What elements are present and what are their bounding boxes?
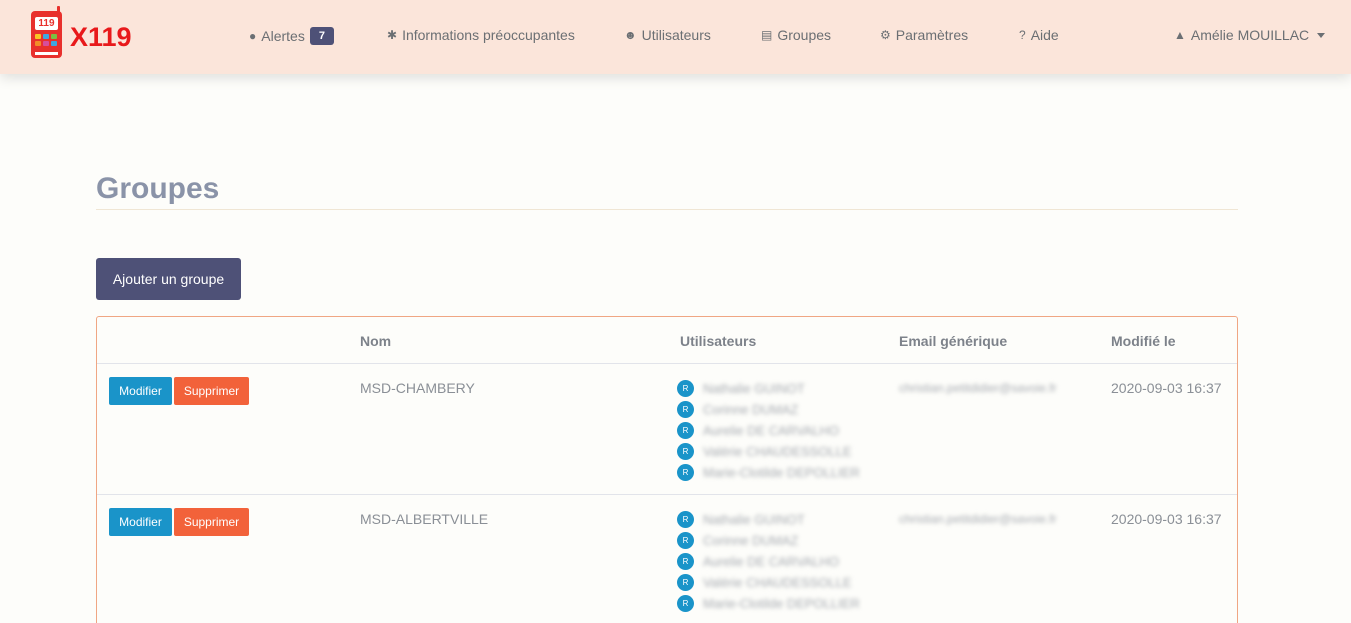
role-badge: R — [677, 595, 694, 612]
nav-alertes[interactable]: ● Alertes 7 — [249, 27, 334, 45]
user-list-item[interactable]: R Aurelie DE CARVALHO — [677, 551, 860, 572]
delete-button[interactable]: Supprimer — [174, 377, 249, 405]
user-list-item[interactable]: R Aurelie DE CARVALHO — [677, 420, 860, 441]
role-badge: R — [677, 380, 694, 397]
group-email: christian.petitdidier@savoie.fr — [899, 512, 1057, 526]
role-badge: R — [677, 422, 694, 439]
user-list: R Nathalie GUINOT R Corinne DUMAZ R Aurelie… — [677, 509, 860, 614]
nav-parametres-label: Paramètres — [895, 27, 969, 43]
nav-informations-label: Informations préoccupantes — [402, 27, 575, 43]
map-icon: ▤ — [761, 28, 773, 42]
edit-button[interactable]: Modifier — [109, 508, 172, 536]
edit-button[interactable]: Modifier — [109, 377, 172, 405]
modified-date: 2020-09-03 16:37 — [1111, 380, 1222, 396]
user-list-name: Aurelie DE CARVALHO — [703, 423, 840, 438]
user-list-item[interactable]: R Marie-Clotilde DEPOLLIER — [677, 593, 860, 614]
user-list-name: Corinne DUMAZ — [703, 402, 799, 417]
nav-groupes-label: Groupes — [777, 27, 832, 43]
nav-utilisateurs[interactable]: ☻ Utilisateurs — [624, 27, 711, 43]
nav-aide[interactable]: ? Aide — [1019, 27, 1059, 43]
add-group-button[interactable]: Ajouter un groupe — [96, 258, 241, 300]
page-title: Groupes — [96, 172, 220, 205]
group-name: MSD-CHAMBERY — [360, 380, 475, 396]
role-badge: R — [677, 553, 694, 570]
user-list-item[interactable]: R Valérie CHAUDESSOLLE — [677, 441, 860, 462]
nav-aide-label: Aide — [1030, 27, 1059, 43]
exclamation-circle-icon: ● — [249, 29, 257, 43]
question-circle-icon: ? — [1019, 28, 1026, 42]
user-list-name: Marie-Clotilde DEPOLLIER — [703, 465, 860, 480]
phone-logo-icon: 119 — [31, 6, 62, 58]
cogs-icon: ⚙ — [880, 28, 891, 42]
user-list-item[interactable]: R Corinne DUMAZ — [677, 530, 860, 551]
user-list-item[interactable]: R Nathalie GUINOT — [677, 509, 860, 530]
user-list-item[interactable]: R Corinne DUMAZ — [677, 399, 860, 420]
asterisk-icon: ✱ — [387, 28, 398, 42]
user-list-item[interactable]: R Nathalie GUINOT — [677, 378, 860, 399]
user-name: Amélie MOUILLAC — [1190, 27, 1310, 43]
brand-logo[interactable]: 119 X119 — [31, 6, 132, 58]
user-list-item[interactable]: R Valérie CHAUDESSOLLE — [677, 572, 860, 593]
role-badge: R — [677, 574, 694, 591]
nav-alertes-label: Alertes — [261, 28, 305, 44]
user-list-name: Marie-Clotilde DEPOLLIER — [703, 596, 860, 611]
delete-button[interactable]: Supprimer — [174, 508, 249, 536]
user-list-item[interactable]: R Marie-Clotilde DEPOLLIER — [677, 462, 860, 483]
header-email: Email générique — [899, 333, 1008, 349]
group-name: MSD-ALBERTVILLE — [360, 511, 489, 527]
role-badge: R — [677, 443, 694, 460]
table-header: Nom Utilisateurs Email générique Modifié… — [97, 317, 1237, 364]
nav-utilisateurs-label: Utilisateurs — [641, 27, 711, 43]
chevron-down-icon — [1317, 32, 1326, 38]
user-icon: ▲ — [1174, 28, 1186, 42]
nav-informations-preoccupantes[interactable]: ✱ Informations préoccupantes — [387, 27, 575, 43]
header-modifie: Modifié le — [1111, 333, 1176, 349]
top-navbar: 119 X119 ● Alertes 7 ✱ Informations préo… — [0, 0, 1351, 74]
user-list-name: Nathalie GUINOT — [703, 381, 805, 396]
user-list-name: Valérie CHAUDESSOLLE — [703, 444, 852, 459]
role-badge: R — [677, 532, 694, 549]
title-divider — [96, 209, 1238, 210]
user-list-name: Valérie CHAUDESSOLLE — [703, 575, 852, 590]
role-badge: R — [677, 464, 694, 481]
role-badge: R — [677, 511, 694, 528]
alert-count-badge: 7 — [309, 27, 334, 45]
header-utilisateurs: Utilisateurs — [680, 333, 757, 349]
user-list: R Nathalie GUINOT R Corinne DUMAZ R Aurelie… — [677, 378, 860, 483]
users-icon: ☻ — [624, 28, 637, 42]
role-badge: R — [677, 401, 694, 418]
nav-groupes[interactable]: ▤ Groupes — [761, 27, 831, 43]
header-nom: Nom — [360, 333, 392, 349]
group-email: christian.petitdidier@savoie.fr — [899, 381, 1057, 395]
user-list-name: Corinne DUMAZ — [703, 533, 799, 548]
user-list-name: Nathalie GUINOT — [703, 512, 805, 527]
nav-parametres[interactable]: ⚙ Paramètres — [880, 27, 968, 43]
groups-table: Nom Utilisateurs Email générique Modifié… — [96, 316, 1238, 623]
table-row: Modifier Supprimer MSD-ALBERTVILLE R Nath… — [97, 495, 1237, 623]
brand-name: X119 — [70, 22, 132, 52]
user-menu-dropdown[interactable]: ▲ Amélie MOUILLAC — [1174, 27, 1326, 43]
modified-date: 2020-09-03 16:37 — [1111, 511, 1222, 527]
table-row: Modifier Supprimer MSD-CHAMBERY R Nathali… — [97, 364, 1237, 495]
user-list-name: Aurelie DE CARVALHO — [703, 554, 840, 569]
